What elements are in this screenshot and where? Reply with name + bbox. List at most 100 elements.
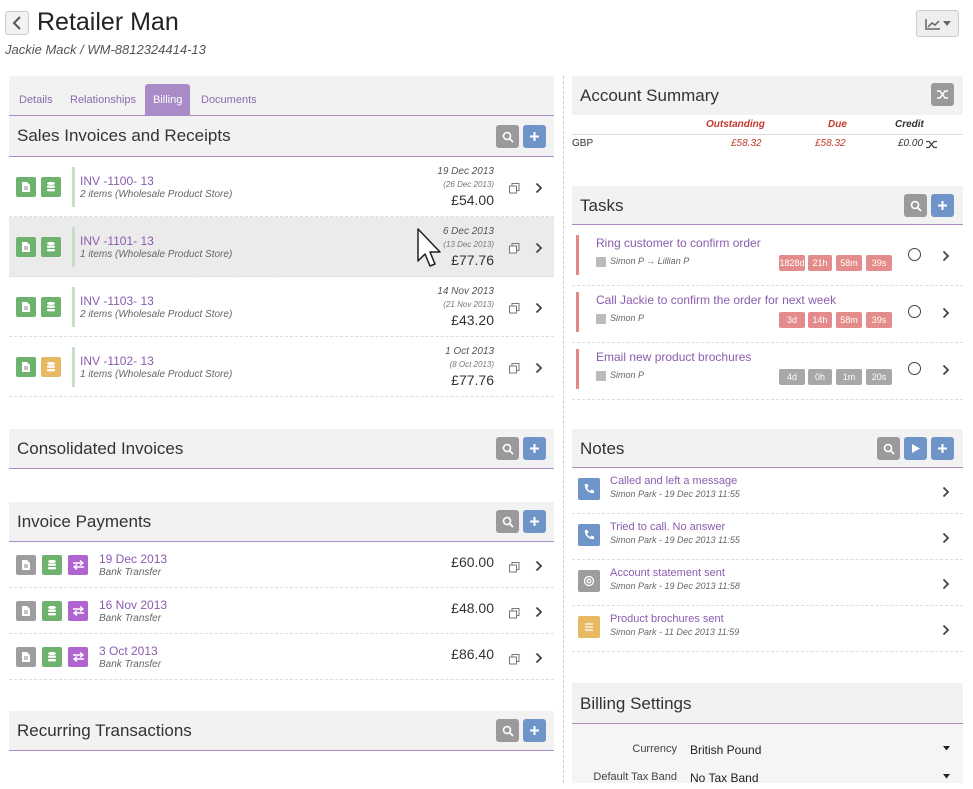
note-text[interactable]: Called and left a message — [610, 475, 737, 487]
copy-invoice-button[interactable] — [509, 241, 520, 259]
copy-payment-button[interactable] — [509, 560, 520, 578]
search-recurring-button[interactable] — [496, 719, 519, 742]
tab-relationships[interactable]: Relationships — [62, 84, 144, 116]
search-invoices-button[interactable] — [496, 125, 519, 148]
invoice-document-button[interactable] — [16, 297, 36, 317]
currency-select[interactable]: British Pound — [684, 737, 958, 761]
payment-document-button[interactable] — [16, 601, 36, 621]
task-row[interactable]: Ring customer to confirm order Simon P → … — [572, 229, 963, 286]
payment-transfer-button[interactable] — [68, 555, 88, 575]
payment-document-button[interactable] — [16, 555, 36, 575]
task-checkbox[interactable] — [596, 371, 606, 381]
task-complete-toggle[interactable] — [908, 362, 921, 375]
open-payment-button[interactable] — [535, 605, 543, 623]
open-task-button[interactable] — [942, 363, 950, 381]
tax-band-select[interactable]: No Tax Band — [684, 765, 958, 789]
open-note-button[interactable] — [942, 531, 950, 549]
invoice-row[interactable]: INV -1103- 13 2 items (Wholesale Product … — [9, 277, 554, 337]
open-note-button[interactable] — [942, 623, 950, 641]
payment-row[interactable]: 3 Oct 2013 Bank Transfer £86.40 — [9, 634, 554, 680]
open-invoice-button[interactable] — [535, 301, 543, 319]
note-row[interactable]: Called and left a message Simon Park - 19… — [572, 469, 963, 514]
chart-menu-button[interactable] — [916, 10, 959, 37]
note-text[interactable]: Product brochures sent — [610, 613, 724, 625]
invoice-row[interactable]: INV -1102- 13 1 items (Wholesale Product … — [9, 337, 554, 397]
task-title[interactable]: Email new product brochures — [596, 350, 751, 364]
invoice-number[interactable]: INV -1102- 13 — [80, 354, 154, 368]
invoice-payment-status-button[interactable] — [41, 177, 61, 197]
invoice-payment-status-button[interactable] — [41, 237, 61, 257]
payment-date[interactable]: 16 Nov 2013 — [99, 598, 167, 612]
note-text[interactable]: Account statement sent — [610, 567, 725, 579]
task-checkbox[interactable] — [596, 314, 606, 324]
phone-icon — [584, 484, 594, 494]
play-notes-button[interactable] — [904, 437, 927, 460]
note-row[interactable]: Product brochures sent Simon Park - 11 De… — [572, 607, 963, 652]
copy-invoice-button[interactable] — [509, 181, 520, 199]
tab-billing[interactable]: Billing — [145, 84, 191, 116]
task-checkbox[interactable] — [596, 257, 606, 267]
copy-payment-button[interactable] — [509, 652, 520, 670]
invoice-document-button[interactable] — [16, 237, 36, 257]
invoice-row[interactable]: INV -1101- 13 1 items (Wholesale Product … — [9, 217, 554, 277]
task-row[interactable]: Email new product brochures Simon P 4d 0h 1m… — [572, 343, 963, 400]
search-payments-button[interactable] — [496, 510, 519, 533]
task-title[interactable]: Ring customer to confirm order — [596, 236, 761, 250]
open-note-button[interactable] — [942, 577, 950, 595]
open-payment-button[interactable] — [535, 651, 543, 669]
open-note-button[interactable] — [942, 485, 950, 503]
note-row[interactable]: Tried to call. No answer Simon Park - 19 … — [572, 515, 963, 560]
copy-invoice-button[interactable] — [509, 301, 520, 319]
invoice-document-button[interactable] — [16, 357, 36, 377]
open-invoice-button[interactable] — [535, 361, 543, 379]
payment-document-button[interactable] — [16, 647, 36, 667]
note-row[interactable]: Account statement sent Simon Park - 19 De… — [572, 561, 963, 606]
invoice-number[interactable]: INV -1103- 13 — [80, 294, 154, 308]
invoice-number[interactable]: INV -1101- 13 — [80, 234, 154, 248]
copy-payment-button[interactable] — [509, 606, 520, 624]
task-row[interactable]: Call Jackie to confirm the order for nex… — [572, 286, 963, 343]
open-payment-button[interactable] — [535, 559, 543, 577]
add-consolidated-button[interactable] — [523, 437, 546, 460]
copy-invoice-button[interactable] — [509, 361, 520, 379]
tab-documents[interactable]: Documents — [193, 84, 265, 116]
tab-details[interactable]: Details — [11, 84, 61, 116]
back-button[interactable] — [5, 11, 29, 35]
task-complete-toggle[interactable] — [908, 305, 921, 318]
invoice-payment-status-button[interactable] — [41, 297, 61, 317]
payment-row[interactable]: 19 Dec 2013 Bank Transfer £60.00 — [9, 542, 554, 588]
invoice-number[interactable]: INV -1100- 13 — [80, 174, 154, 188]
payment-date[interactable]: 19 Dec 2013 — [99, 552, 167, 566]
add-task-button[interactable] — [931, 194, 954, 217]
add-invoice-button[interactable] — [523, 125, 546, 148]
shuffle-icon[interactable] — [926, 140, 937, 149]
payment-status-button[interactable] — [42, 601, 62, 621]
invoice-document-button[interactable] — [16, 177, 36, 197]
payment-method: Bank Transfer — [99, 567, 162, 578]
open-task-button[interactable] — [942, 249, 950, 267]
add-recurring-button[interactable] — [523, 719, 546, 742]
search-notes-button[interactable] — [877, 437, 900, 460]
open-invoice-button[interactable] — [535, 241, 543, 259]
shuffle-button[interactable] — [931, 83, 954, 106]
payment-transfer-button[interactable] — [68, 647, 88, 667]
payment-status-button[interactable] — [42, 555, 62, 575]
search-tasks-button[interactable] — [904, 194, 927, 217]
note-text[interactable]: Tried to call. No answer — [610, 521, 725, 533]
due-header: Due — [828, 119, 847, 130]
chevron-right-icon — [535, 560, 543, 572]
payment-transfer-button[interactable] — [68, 601, 88, 621]
open-invoice-button[interactable] — [535, 181, 543, 199]
open-task-button[interactable] — [942, 306, 950, 324]
task-complete-toggle[interactable] — [908, 248, 921, 261]
payment-status-button[interactable] — [42, 647, 62, 667]
invoice-row[interactable]: INV -1100- 13 2 items (Wholesale Product … — [9, 157, 554, 217]
add-note-button[interactable] — [931, 437, 954, 460]
invoice-payment-status-button[interactable] — [41, 357, 61, 377]
payment-date[interactable]: 3 Oct 2013 — [99, 644, 158, 658]
payment-row[interactable]: 16 Nov 2013 Bank Transfer £48.00 — [9, 588, 554, 634]
add-payment-button[interactable] — [523, 510, 546, 533]
search-consolidated-button[interactable] — [496, 437, 519, 460]
task-title[interactable]: Call Jackie to confirm the order for nex… — [596, 293, 836, 307]
chevron-right-icon — [942, 532, 950, 544]
